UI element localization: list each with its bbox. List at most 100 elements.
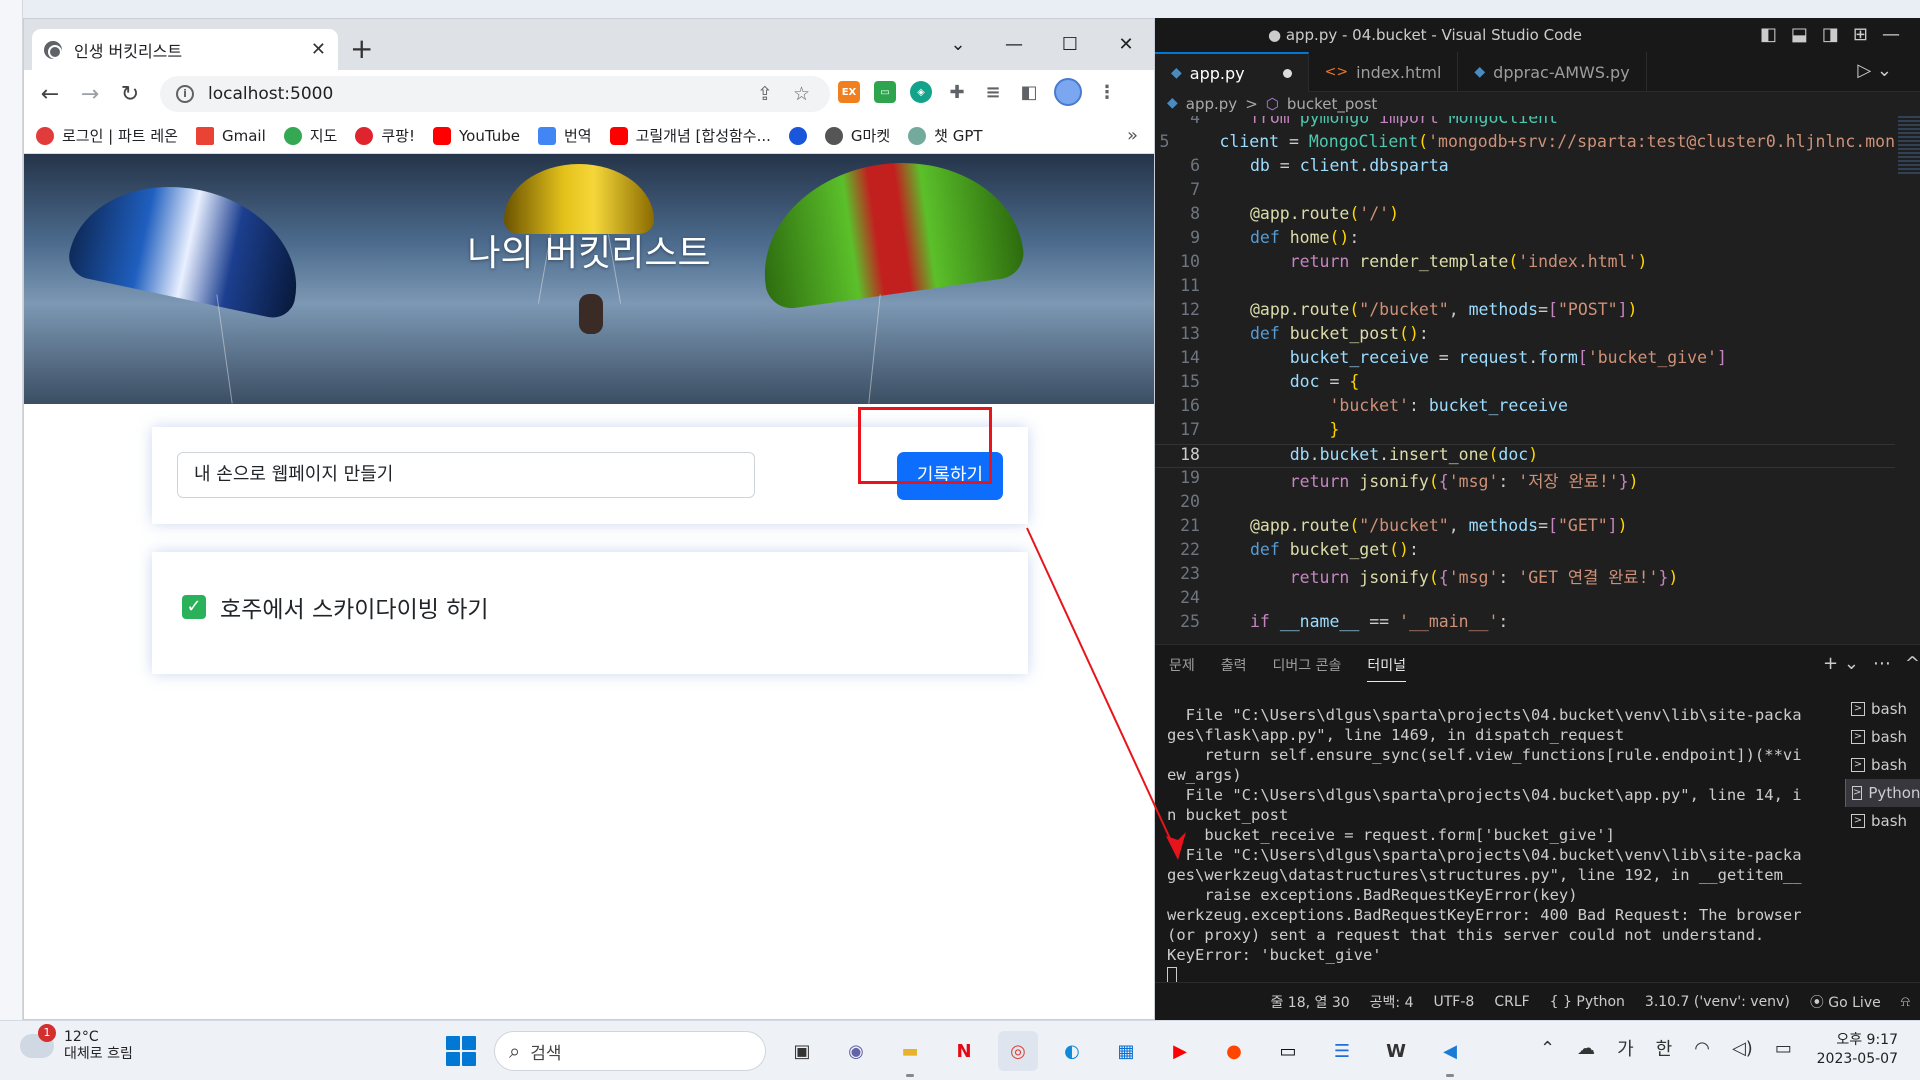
reddit-icon[interactable]: ● [1214,1031,1254,1071]
bookmark-item[interactable]: 쿠팡! [355,125,415,146]
bookmark-item[interactable]: 번역 [537,125,592,146]
task-view-icon[interactable]: ▣ [782,1031,822,1071]
reading-list-icon[interactable]: ≡ [982,81,1004,103]
weather-widget[interactable]: 1 12°C 대체로 흐림 [20,1024,133,1063]
back-arrow-icon[interactable]: ← [30,82,70,107]
bookmark-item[interactable]: 지도 [283,125,337,146]
share-icon[interactable]: ⇪ [757,83,773,105]
new-tab-button[interactable]: + [350,35,373,63]
tab-output[interactable]: 출력 [1221,655,1247,682]
notepad-icon[interactable]: ☰ [1322,1031,1362,1071]
code-editor[interactable]: 4 from pymongo import MongoClient 5 client… [1155,116,1920,644]
bookmark-item[interactable]: YouTube [432,126,520,145]
bookmarks-more-button[interactable]: » [1127,125,1138,146]
tab-label: dpprac-AMWS.py [1493,62,1630,82]
wikipedia-icon[interactable]: W [1376,1031,1416,1071]
forward-arrow-icon[interactable]: → [70,82,110,107]
vscode-icon[interactable]: ◀ [1430,1031,1470,1077]
toggle-secondary-sidebar-icon[interactable]: ◨ [1822,24,1839,45]
wifi-icon[interactable]: ◠ [1694,1038,1710,1059]
encoding[interactable]: UTF-8 [1434,994,1475,1010]
taskbar-search[interactable]: ⌕ 검색 [494,1031,766,1071]
minimap[interactable] [1898,116,1920,176]
tab-app-py[interactable]: ◆ app.py [1155,52,1309,92]
weather-temp: 12°C [64,1029,99,1045]
terminal-app-icon[interactable]: ▭ [1268,1031,1308,1071]
profile-avatar[interactable] [1054,78,1082,106]
go-live-button[interactable]: ⦿ Go Live [1810,992,1881,1012]
unsaved-dot-icon[interactable] [1282,68,1292,78]
terminal-list-item[interactable]: > bash [1845,751,1920,779]
bookmark-item[interactable]: 고릴개념 [합성함수... [609,125,771,146]
tab-search-icon[interactable]: ⌄ [930,34,986,55]
bookmark-item[interactable]: 챗 GPT [908,125,983,146]
new-terminal-icon[interactable]: + ⌄ [1823,653,1859,674]
close-button[interactable]: ✕ [1098,34,1154,55]
chrome-icon[interactable]: ◎ [998,1031,1038,1071]
bookmark-item[interactable]: G마켓 [824,125,890,146]
edge-icon[interactable]: ◐ [1052,1031,1092,1071]
volume-icon[interactable]: ◁) [1732,1038,1753,1059]
start-button[interactable] [446,1036,476,1066]
tab-terminal[interactable]: 터미널 [1367,655,1407,682]
language-mode[interactable]: { } Python [1550,994,1625,1010]
tab-close-icon[interactable]: ✕ [311,39,326,60]
microsoft-store-icon[interactable]: ▦ [1106,1031,1146,1071]
clock-time: 오후 9:17 [1836,1032,1898,1048]
maximize-panel-icon[interactable]: ^ [1905,653,1920,674]
breadcrumb-symbol[interactable]: bucket_post [1287,95,1377,113]
minimize-button[interactable]: — [986,34,1042,55]
extension-ex-icon[interactable]: EX [838,81,860,103]
tab-debug-console[interactable]: 디버그 콘솔 [1273,655,1342,682]
bookmark-item[interactable]: 로그인 | 파트 레온 [36,125,178,146]
clock[interactable]: 오후 9:17 2023-05-07 [1817,1031,1898,1069]
terminal-list-item[interactable]: > Python [1845,779,1920,807]
maximize-button[interactable]: ☐ [1042,34,1098,55]
breadcrumb-file[interactable]: app.py [1186,95,1237,113]
terminal-list-item[interactable]: > bash [1845,723,1920,751]
terminal-output[interactable]: File "C:\Users\dlgus\sparta\projects\04.… [1167,705,1802,985]
minimize-button[interactable]: — [1882,24,1900,45]
bucket-input[interactable]: 내 손으로 웹페이지 만들기 [177,452,755,498]
address-bar[interactable]: i localhost:5000 ⇪ ☆ [160,76,830,112]
indentation[interactable]: 공백: 4 [1370,992,1414,1012]
chevron-up-icon[interactable]: ⌃ [1540,1038,1555,1059]
tab-problems[interactable]: 문제 [1169,655,1195,682]
python-interpreter[interactable]: 3.10.7 ('venv': venv) [1645,994,1790,1010]
toggle-sidebar-icon[interactable]: ◧ [1760,24,1777,45]
run-python-icon[interactable]: ▷ ⌄ [1857,60,1892,81]
battery-icon[interactable]: ▭ [1775,1038,1792,1059]
browser-tab[interactable]: 인생 버킷리스트 ✕ [32,29,338,70]
notifications-icon[interactable]: ⍾ [1901,994,1910,1010]
chrome-menu-icon[interactable]: ⋮ [1096,81,1118,103]
netflix-icon[interactable]: N [944,1031,984,1071]
site-info-icon[interactable]: i [176,85,194,103]
bookmark-item[interactable] [788,126,807,145]
extension-green-icon[interactable]: ▭ [874,81,896,103]
terminal-list-item[interactable]: > bash [1845,807,1920,835]
tab-dpprac-py[interactable]: ◆ dpprac-AMWS.py [1458,52,1647,92]
youtube-icon[interactable]: ▶ [1160,1031,1200,1071]
line-number: 24 [1180,588,1200,607]
input-language-han[interactable]: 한 [1656,1035,1673,1061]
reload-icon[interactable]: ↻ [110,82,150,107]
side-panel-icon[interactable]: ◧ [1018,81,1040,103]
cursor-position[interactable]: 줄 18, 열 30 [1270,992,1349,1012]
cloud-sync-icon[interactable]: ☁ [1577,1038,1595,1059]
toggle-panel-icon[interactable]: ⬓ [1791,24,1808,45]
line-ending[interactable]: CRLF [1494,994,1529,1010]
terminal-list-item[interactable]: > bash [1845,695,1920,723]
input-mode-ga[interactable]: 가 [1617,1035,1634,1061]
code-text: db = client.dbsparta [1250,156,1449,175]
checkbox-checked-icon[interactable]: ✓ [182,595,206,619]
extensions-puzzle-icon[interactable]: ✚ [946,81,968,103]
bookmark-item[interactable]: Gmail [195,126,266,145]
bookmark-star-icon[interactable]: ☆ [793,83,810,105]
teams-chat-icon[interactable]: ◉ [836,1031,876,1071]
extension-shield-icon[interactable]: ◈ [910,81,932,103]
code-text: @app.route('/') [1250,204,1400,223]
tab-index-html[interactable]: <> index.html [1309,52,1459,92]
customize-layout-icon[interactable]: ⊞ [1853,24,1868,45]
more-actions-icon[interactable]: ⋯ [1873,653,1891,674]
file-explorer-icon[interactable]: ▬ [890,1031,930,1077]
